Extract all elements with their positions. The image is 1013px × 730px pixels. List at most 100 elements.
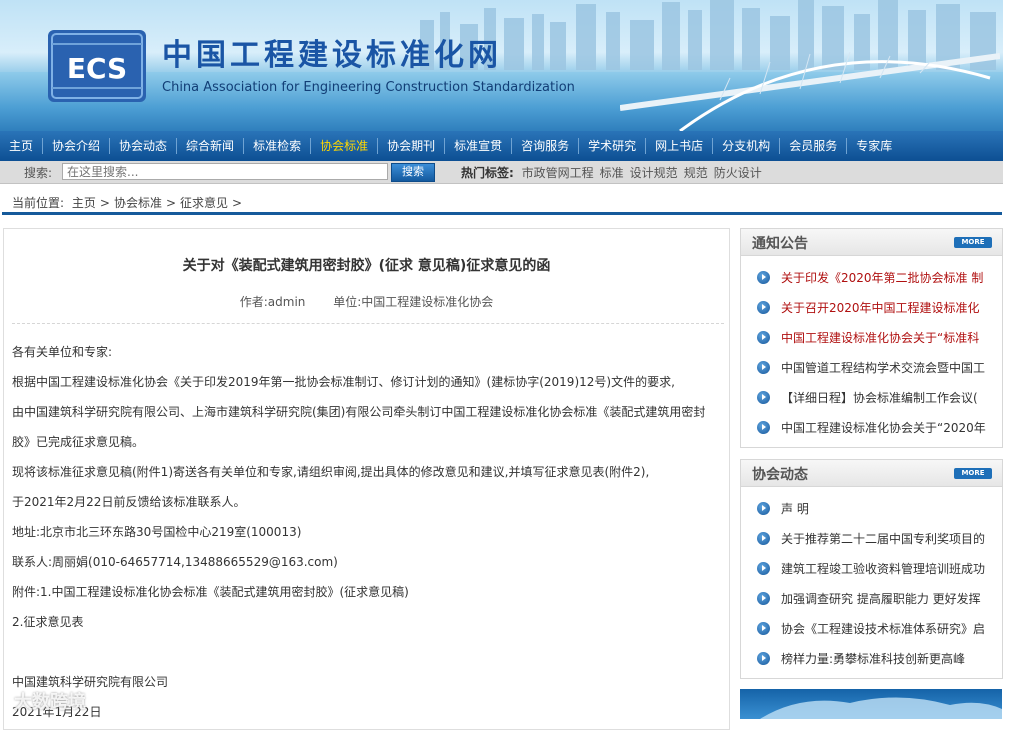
- side-list-item[interactable]: 声 明: [741, 494, 1002, 524]
- side-list-item[interactable]: 中国管道工程结构学术交流会暨中国工: [741, 353, 1002, 383]
- side-list-item[interactable]: 协会《工程建设技术标准体系研究》启: [741, 614, 1002, 644]
- nav-item[interactable]: 学术研究: [579, 131, 645, 161]
- nav-item[interactable]: 标准检索: [244, 131, 310, 161]
- nav-item[interactable]: 标准宣贯: [445, 131, 511, 161]
- side-banner-image[interactable]: [740, 689, 1002, 719]
- article-body: 各有关单位和专家: 根据中国工程建设标准化协会《关于印发2019年第一批协会标准制…: [12, 337, 724, 727]
- logo-text: ECS: [67, 52, 127, 85]
- side-list-item-text: 关于推荐第二十二届中国专利奖项目的: [781, 532, 986, 546]
- nav-item[interactable]: 协会期刊: [378, 131, 444, 161]
- play-arrow-icon: [757, 502, 770, 515]
- nav-item[interactable]: 综合新闻: [177, 131, 243, 161]
- play-arrow-icon: [757, 331, 770, 344]
- nav-item[interactable]: 咨询服务: [512, 131, 578, 161]
- news-panel-header: 协会动态 MORE: [741, 460, 1002, 487]
- play-arrow-icon: [757, 652, 770, 665]
- news-panel: 协会动态 MORE 声 明关于推荐第二十二届中国专利奖项目的 建筑工程竣工验收资料…: [740, 459, 1003, 679]
- site-title: 中国工程建设标准化网: [162, 38, 502, 73]
- nav-item[interactable]: 网上书店: [646, 131, 712, 161]
- article-title: 关于对《装配式建筑用密封胶》(征求 意见稿)征求意见的函: [182, 258, 551, 274]
- article-paragraph: 附件:1.中国工程建设标准化协会标准《装配式建筑用密封胶》(征求意见稿): [12, 585, 409, 599]
- side-list-item-text: 关于印发《2020年第二批协会标准 制: [781, 271, 984, 285]
- article-paragraph: 2.征求意见表: [12, 615, 84, 629]
- breadcrumb-divider: [2, 212, 1002, 215]
- side-list-item[interactable]: 中国工程建设标准化协会关于“标准科: [741, 323, 1002, 353]
- article-unit: 单位:中国工程建设标准化协会: [333, 295, 494, 309]
- side-list-item-text: 声 明: [781, 502, 809, 516]
- play-arrow-icon: [757, 301, 770, 314]
- nav-item[interactable]: 协会动态: [110, 131, 176, 161]
- article-paragraph: 胶》已完成征求意见稿。: [12, 435, 145, 449]
- side-list-item[interactable]: 榜样力量:勇攀标准科技创新更高峰: [741, 644, 1002, 674]
- article-paragraph: 2021年1月22日: [12, 705, 102, 719]
- main-nav: 主页 协会介绍 协会动态 综合新闻 标准检索 协会标准 协会期刊 标准宣贯 咨询服务 学术研究 网上…: [0, 131, 1003, 161]
- side-list-item-text: 中国工程建设标准化协会关于“标准科: [781, 331, 980, 345]
- notice-list: 关于印发《2020年第二批协会标准 制关于召开2020年中国工程建设标准化 中国工…: [741, 256, 1002, 443]
- breadcrumb-separator: >: [99, 196, 110, 210]
- article-paragraph: 根据中国工程建设标准化协会《关于印发2019年第一批协会标准制订、修订计划的通知…: [12, 375, 675, 389]
- article-meta: 作者:admin 单位:中国工程建设标准化协会: [4, 293, 729, 310]
- side-list-item[interactable]: 建筑工程竣工验收资料管理培训班成功: [741, 554, 1002, 584]
- breadcrumb-link[interactable]: 征求意见: [180, 196, 228, 210]
- nav-item[interactable]: 会员服务: [780, 131, 846, 161]
- article-paragraph: 各有关单位和专家:: [12, 345, 113, 359]
- hot-tag-link[interactable]: 标准: [600, 166, 624, 180]
- side-list-item-text: 加强调查研究 提高履职能力 更好发挥: [781, 592, 981, 606]
- article-paragraph: 现将该标准征求意见稿(附件1)寄送各有关单位和专家,请组织审阅,提出具体的修改意…: [12, 465, 650, 479]
- breadcrumb-separator: >: [165, 196, 177, 210]
- side-list-item-text: 中国管道工程结构学术交流会暨中国工: [781, 361, 986, 375]
- notice-panel-header: 通知公告 MORE: [741, 229, 1002, 256]
- bridge-image: [620, 51, 1000, 131]
- ecs-logo-icon: ECS: [48, 30, 146, 102]
- news-more-button[interactable]: MORE: [954, 468, 992, 479]
- nav-item[interactable]: 主页: [0, 131, 42, 161]
- side-list-item[interactable]: 加强调查研究 提高履职能力 更好发挥: [741, 584, 1002, 614]
- article-panel: 关于对《装配式建筑用密封胶》(征求 意见稿)征求意见的函 作者:admin 单位…: [3, 228, 730, 730]
- play-arrow-icon: [757, 361, 770, 374]
- hot-tags-label: 热门标签:: [461, 166, 514, 180]
- play-arrow-icon: [757, 421, 770, 434]
- search-bar: 搜索: 搜索 热门标签: 市政管网工程标准设计规范规范防火设计: [0, 161, 1003, 184]
- side-list-item-text: 榜样力量:勇攀标准科技创新更高峰: [781, 652, 966, 666]
- article-author: 作者:admin: [239, 295, 306, 309]
- play-arrow-icon: [757, 562, 770, 575]
- breadcrumb-link[interactable]: 主页: [72, 196, 96, 210]
- side-list-item-text: 中国工程建设标准化协会关于“2020年: [781, 421, 986, 435]
- side-list-item[interactable]: 关于召开2020年中国工程建设标准化: [741, 293, 1002, 323]
- side-list-item[interactable]: 关于推荐第二十二届中国专利奖项目的: [741, 524, 1002, 554]
- play-arrow-icon: [757, 592, 770, 605]
- side-list-item-text: 建筑工程竣工验收资料管理培训班成功: [781, 562, 986, 576]
- side-list-item-text: 关于召开2020年中国工程建设标准化: [781, 301, 980, 315]
- search-button[interactable]: 搜索: [391, 163, 435, 182]
- notice-panel: 通知公告 MORE 关于印发《2020年第二批协会标准 制关于召开2020年中国…: [740, 228, 1003, 448]
- nav-item[interactable]: 专家库: [847, 131, 901, 161]
- site-subtitle: China Association for Engineering Constr…: [162, 80, 575, 95]
- nav-item[interactable]: 分支机构: [713, 131, 779, 161]
- play-arrow-icon: [757, 391, 770, 404]
- breadcrumb: 当前位置: 主页 > 协会标准 > 征求意见 >: [12, 194, 250, 211]
- side-list-item[interactable]: 【详细日程】协会标准编制工作会议(: [741, 383, 1002, 413]
- side-list-item[interactable]: 中国工程建设标准化协会关于“2020年: [741, 413, 1002, 443]
- nav-item[interactable]: 协会介绍: [43, 131, 109, 161]
- map-image: [760, 697, 1002, 719]
- news-list: 声 明关于推荐第二十二届中国专利奖项目的 建筑工程竣工验收资料管理培训班成功 加强调…: [741, 487, 1002, 674]
- side-list-item[interactable]: 关于印发《2020年第二批协会标准 制: [741, 263, 1002, 293]
- site-banner: ECS 中国工程建设标准化网 China Association for Eng…: [0, 0, 1003, 131]
- hot-tag-link[interactable]: 规范: [684, 166, 708, 180]
- article-paragraph: 由中国建筑科学研究院有限公司、上海市建筑科学研究院(集团)有限公司牵头制订中国工…: [12, 405, 706, 419]
- watermark-text: 大数跨境: [14, 692, 86, 713]
- article-paragraph: 中国建筑科学研究院有限公司: [12, 675, 169, 689]
- hot-tag-link[interactable]: 防火设计: [714, 166, 762, 180]
- nav-item[interactable]: 协会标准: [311, 131, 377, 161]
- hot-tag-link[interactable]: 设计规范: [630, 166, 678, 180]
- notice-more-button[interactable]: MORE: [954, 237, 992, 248]
- breadcrumb-separator: >: [232, 196, 243, 210]
- article-paragraph: 于2021年2月22日前反馈给该标准联系人。: [12, 495, 246, 509]
- breadcrumb-link[interactable]: 协会标准: [114, 196, 162, 210]
- play-arrow-icon: [757, 271, 770, 284]
- search-label: 搜索:: [24, 166, 53, 180]
- play-arrow-icon: [757, 622, 770, 635]
- search-input[interactable]: [62, 163, 388, 180]
- hot-tag-link[interactable]: 市政管网工程: [522, 166, 594, 180]
- side-list-item-text: 协会《工程建设技术标准体系研究》启: [781, 622, 986, 636]
